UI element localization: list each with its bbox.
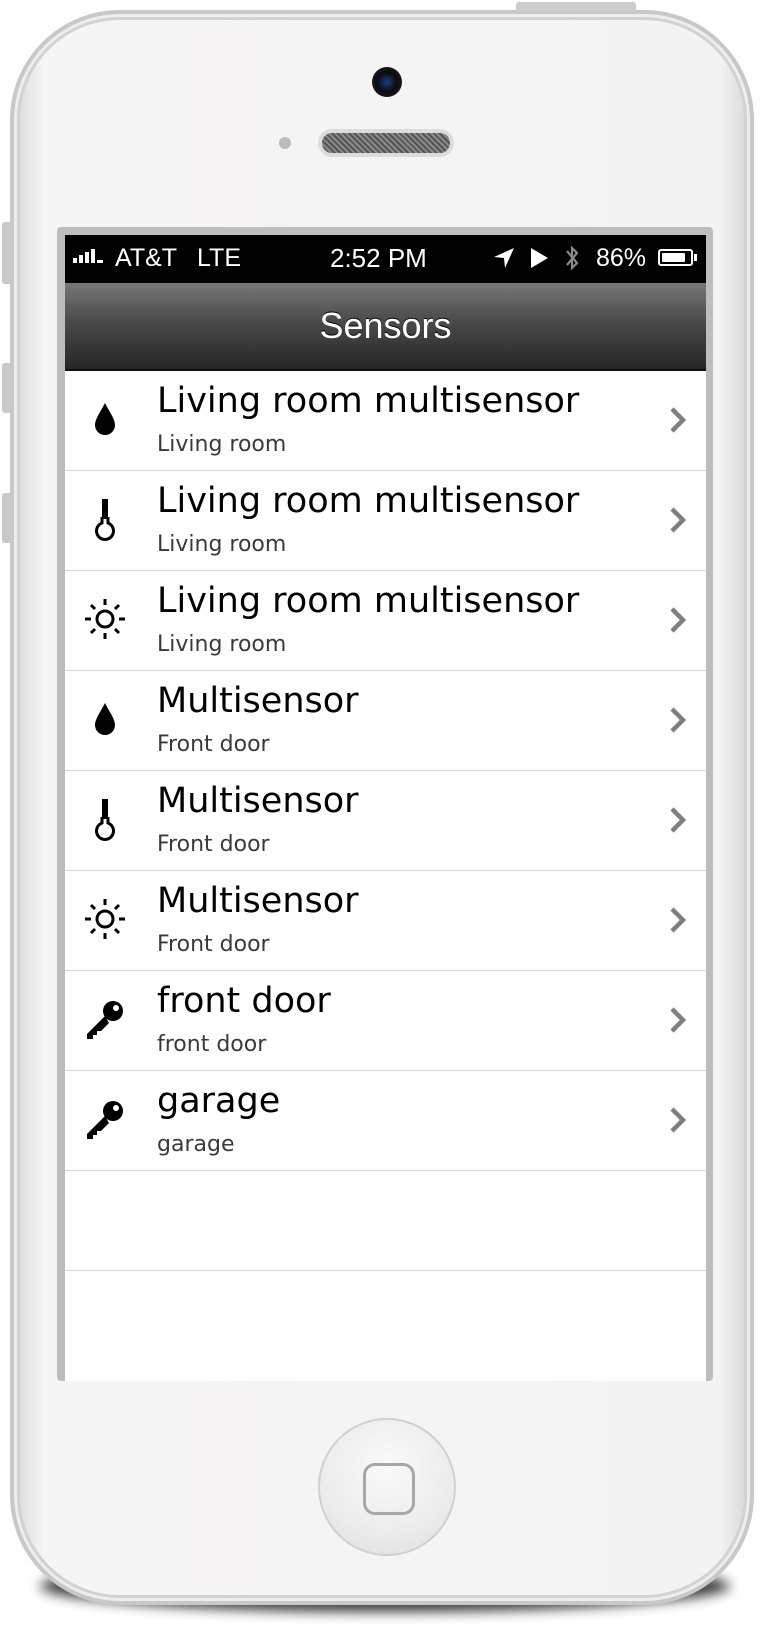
sensor-title: Living room multisensor xyxy=(157,381,580,421)
chevron-right-icon xyxy=(668,906,688,934)
sensor-row[interactable]: Living room multisensor Living room xyxy=(65,371,706,471)
status-time: 2:52 PM xyxy=(330,243,427,273)
sleep-button xyxy=(516,2,636,11)
sensor-title: Multisensor xyxy=(157,881,359,921)
sensor-location: Front door xyxy=(157,732,270,757)
sun-light-icon xyxy=(83,897,127,941)
chevron-right-icon xyxy=(668,606,688,634)
volume-down-button xyxy=(2,493,11,543)
signal-icon xyxy=(73,249,103,263)
sensor-location: Living room xyxy=(157,432,287,457)
sensor-list: Living room multisensor Living room Livi… xyxy=(65,371,706,1271)
sensor-row[interactable]: front door front door xyxy=(65,971,706,1071)
sensor-title: Living room multisensor xyxy=(157,481,580,521)
sensor-row[interactable]: Living room multisensor Living room xyxy=(65,471,706,571)
sensor-title: Multisensor xyxy=(157,681,359,721)
chevron-right-icon xyxy=(668,506,688,534)
thermometer-icon xyxy=(83,797,127,841)
volume-up-button xyxy=(2,363,11,413)
sensor-title: Multisensor xyxy=(157,781,359,821)
play-icon xyxy=(529,247,549,276)
earpiece-speaker xyxy=(318,129,454,157)
sensor-row[interactable]: Living room multisensor Living room xyxy=(65,571,706,671)
proximity-sensor xyxy=(279,137,291,149)
thermometer-icon xyxy=(83,497,127,541)
carrier-label: AT&T xyxy=(115,244,178,272)
battery-nub xyxy=(694,254,697,261)
humidity-drop-icon xyxy=(83,397,127,441)
navigation-bar: Sensors xyxy=(65,283,706,371)
sensor-row[interactable]: Multisensor Front door xyxy=(65,671,706,771)
chevron-right-icon xyxy=(668,806,688,834)
battery-icon xyxy=(658,249,693,266)
chevron-right-icon xyxy=(668,406,688,434)
page-title: Sensors xyxy=(319,305,452,346)
sensor-title: Living room multisensor xyxy=(157,581,580,621)
sensor-location: garage xyxy=(157,1132,235,1157)
app-screen: AT&T LTE 2:52 PM 86% Sensors Living room… xyxy=(65,235,706,1381)
chevron-right-icon xyxy=(668,706,688,734)
sensor-row[interactable]: garage garage xyxy=(65,1071,706,1171)
sensor-title: front door xyxy=(157,981,331,1021)
sensor-row[interactable]: Multisensor Front door xyxy=(65,871,706,971)
chevron-right-icon xyxy=(668,1006,688,1034)
bluetooth-icon xyxy=(563,243,581,280)
mute-switch xyxy=(2,222,11,284)
sensor-location: front door xyxy=(157,1032,267,1057)
empty-row xyxy=(65,1171,706,1271)
sensor-location: Living room xyxy=(157,532,287,557)
chevron-right-icon xyxy=(668,1106,688,1134)
front-camera xyxy=(372,67,402,97)
key-icon xyxy=(83,997,127,1041)
sensor-location: Front door xyxy=(157,832,270,857)
sun-light-icon xyxy=(83,597,127,641)
home-button[interactable] xyxy=(318,1418,456,1556)
humidity-drop-icon xyxy=(83,697,127,741)
sensor-location: Living room xyxy=(157,632,287,657)
status-bar: AT&T LTE 2:52 PM 86% xyxy=(65,235,706,283)
battery-percent: 86% xyxy=(596,244,647,272)
sensor-title: garage xyxy=(157,1081,281,1121)
home-square-icon xyxy=(363,1463,415,1515)
network-label: LTE xyxy=(197,244,241,272)
key-icon xyxy=(83,1097,127,1141)
sensor-location: Front door xyxy=(157,932,270,957)
sensor-row[interactable]: Multisensor Front door xyxy=(65,771,706,871)
location-arrow-icon xyxy=(493,247,515,276)
